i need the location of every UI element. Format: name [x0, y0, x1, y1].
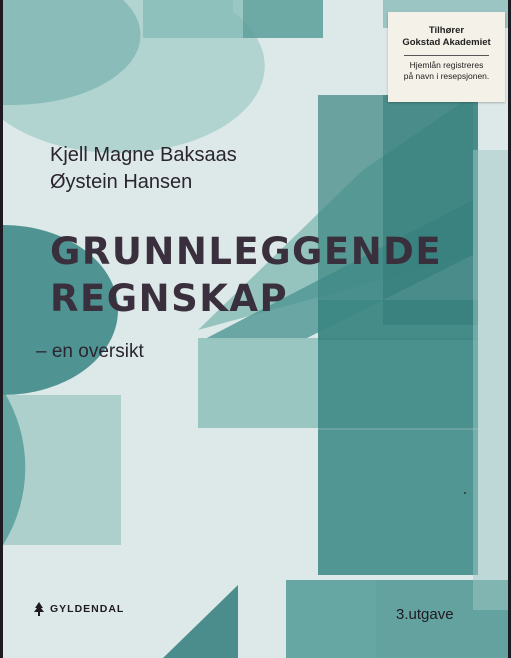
sticker-divider: [404, 55, 489, 56]
title-line: GRUNNLEGGENDE: [50, 230, 443, 273]
author-name: Øystein Hansen: [50, 171, 193, 193]
speck: [464, 492, 466, 494]
publisher-logo: GYLDENDAL: [34, 602, 124, 616]
publisher-name: GYLDENDAL: [50, 603, 125, 615]
spruce-tree-icon: [34, 602, 44, 616]
authors: Kjell Magne Baksaas Øystein Hansen: [50, 142, 237, 196]
sticker-note-line: på navn i resepsjonen.: [403, 71, 490, 81]
sticker-note-line: Hjemlån registreres: [409, 60, 484, 70]
sticker-owner: Tilhører Gokstad Akademiet: [388, 25, 505, 49]
sticker-owner-line: Tilhører: [428, 25, 465, 36]
library-sticker: Tilhører Gokstad Akademiet Hjemlån regis…: [388, 12, 505, 102]
book-subtitle: – en oversikt: [36, 341, 144, 362]
sticker-note: Hjemlån registreres på navn i resepsjone…: [388, 60, 505, 82]
title-line: REGNSKAP: [50, 277, 289, 320]
book-title: GRUNNLEGGENDE REGNSKAP: [50, 228, 442, 322]
sticker-owner-line: Gokstad Akademiet: [402, 37, 491, 48]
author-name: Kjell Magne Baksaas: [50, 144, 237, 166]
edition-label: 3.utgave: [396, 606, 454, 623]
